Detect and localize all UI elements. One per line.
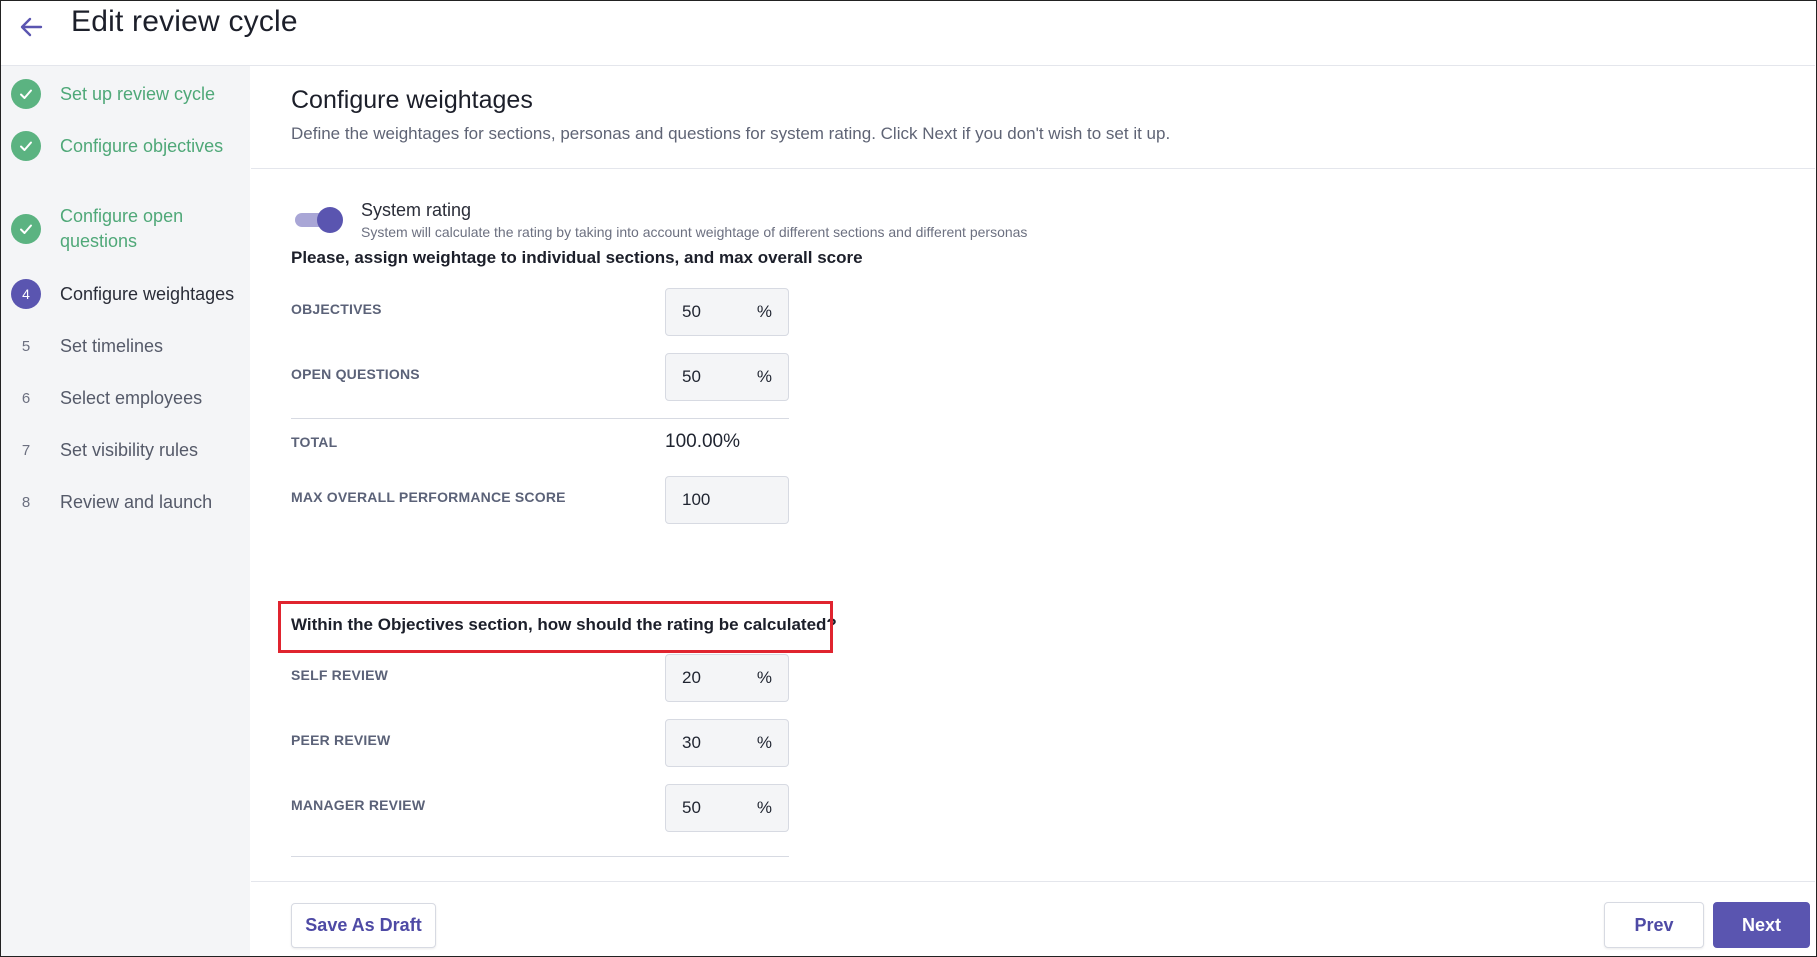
prev-button[interactable]: Prev bbox=[1604, 902, 1704, 948]
sidebar-step-label: Configure objectives bbox=[60, 135, 224, 156]
divider bbox=[291, 418, 789, 419]
percent-unit: % bbox=[756, 367, 772, 386]
input-value: 50 bbox=[682, 798, 701, 817]
input-value: 20 bbox=[682, 668, 701, 687]
step-number: 6 bbox=[21, 389, 31, 407]
sidebar-step-set-timelines[interactable]: 5 Set timelines bbox=[11, 331, 163, 361]
footer-divider bbox=[251, 881, 1815, 882]
percent-unit: % bbox=[756, 668, 772, 687]
self-review-label: SELF REVIEW bbox=[291, 667, 389, 683]
section-description: Define the weightages for sections, pers… bbox=[291, 124, 1171, 143]
percent-unit: % bbox=[756, 302, 772, 321]
step-number: 8 bbox=[21, 493, 31, 511]
save-as-draft-button[interactable]: Save As Draft bbox=[291, 903, 436, 948]
sidebar-step-configure-objectives[interactable]: Configure objectives bbox=[11, 131, 223, 161]
steps-sidebar: Set up review cycle Configure objectives… bbox=[1, 66, 250, 956]
divider bbox=[291, 856, 789, 857]
percent-unit: % bbox=[756, 733, 772, 752]
input-value: 100 bbox=[682, 490, 711, 509]
page-title: Edit review cycle bbox=[71, 5, 298, 38]
open-questions-label: OPEN QUESTIONS bbox=[291, 366, 420, 382]
section-title: Configure weightages bbox=[291, 86, 533, 114]
sidebar-step-review-and-launch[interactable]: 8 Review and launch bbox=[11, 487, 212, 517]
step-number: 5 bbox=[21, 337, 31, 355]
system-rating-description: System will calculate the rating by taki… bbox=[361, 224, 1028, 240]
manager-review-label: MANAGER REVIEW bbox=[291, 797, 426, 813]
main-content: Configure weightages Define the weightag… bbox=[251, 66, 1815, 956]
check-circle-icon bbox=[11, 131, 41, 161]
sidebar-step-label: Set visibility rules bbox=[60, 439, 199, 460]
check-circle-icon bbox=[11, 79, 41, 109]
percent-unit: % bbox=[756, 798, 772, 817]
max-score-label: MAX OVERALL PERFORMANCE SCORE bbox=[291, 489, 566, 505]
input-value: 30 bbox=[682, 733, 701, 752]
highlight-annotation bbox=[278, 601, 833, 653]
sidebar-step-select-employees[interactable]: 6 Select employees bbox=[11, 383, 202, 413]
input-value: 50 bbox=[682, 302, 701, 321]
sections-heading: Please, assign weightage to individual s… bbox=[291, 248, 863, 267]
sidebar-step-set-visibility-rules[interactable]: 7 Set visibility rules bbox=[11, 435, 198, 465]
sidebar-step-label: Select employees bbox=[60, 387, 203, 408]
step-number: 7 bbox=[21, 441, 31, 459]
divider bbox=[251, 168, 1815, 169]
max-score-input[interactable]: 100 bbox=[665, 476, 789, 524]
total-label: TOTAL bbox=[291, 434, 338, 450]
sidebar-step-configure-open-questions[interactable]: Configure open questions bbox=[11, 204, 210, 254]
top-bar: Edit review cycle bbox=[1, 1, 1815, 66]
system-rating-toggle[interactable] bbox=[295, 207, 343, 233]
step-number-badge: 4 bbox=[11, 279, 41, 309]
next-button[interactable]: Next bbox=[1713, 902, 1810, 948]
objectives-label: OBJECTIVES bbox=[291, 301, 382, 317]
check-circle-icon bbox=[11, 214, 41, 244]
sidebar-step-configure-weightages[interactable]: 4 Configure weightages bbox=[11, 279, 234, 309]
toggle-knob bbox=[317, 207, 343, 233]
sidebar-step-label: Configure weightages bbox=[60, 283, 235, 304]
input-value: 50 bbox=[682, 367, 701, 386]
objectives-weight-input[interactable]: 50 % bbox=[665, 288, 789, 336]
peer-review-weight-input[interactable]: 30 % bbox=[665, 719, 789, 767]
self-review-weight-input[interactable]: 20 % bbox=[665, 654, 789, 702]
sidebar-step-label: Review and launch bbox=[60, 491, 213, 512]
sidebar-step-label: Set timelines bbox=[60, 335, 164, 356]
sidebar-step-label: Configure open questions bbox=[60, 206, 184, 251]
arrow-left-icon[interactable] bbox=[13, 9, 49, 45]
peer-review-label: PEER REVIEW bbox=[291, 732, 391, 748]
system-rating-label: System rating bbox=[361, 200, 472, 220]
manager-review-weight-input[interactable]: 50 % bbox=[665, 784, 789, 832]
sidebar-step-label: Set up review cycle bbox=[60, 83, 216, 104]
open-questions-weight-input[interactable]: 50 % bbox=[665, 353, 789, 401]
sidebar-step-set-up-review-cycle[interactable]: Set up review cycle bbox=[11, 79, 215, 109]
total-value: 100.00% bbox=[665, 431, 741, 452]
